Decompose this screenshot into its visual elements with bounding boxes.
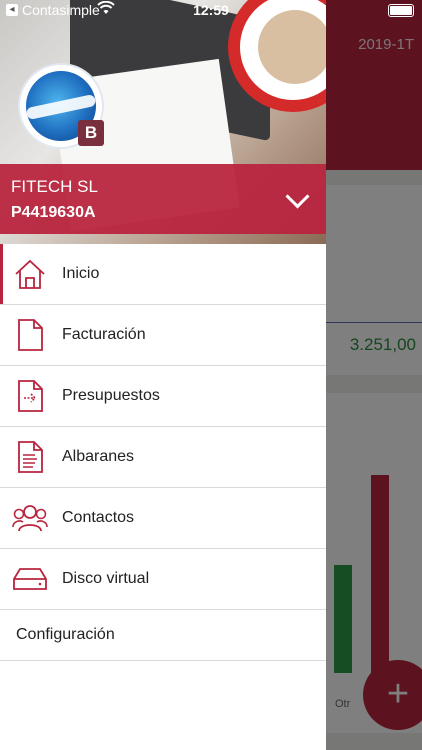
menu-item-albaranes[interactable]: Albaranes [0, 427, 326, 488]
company-selector[interactable]: FITECH SL P4419630A [0, 164, 326, 234]
menu-item-label: Contactos [62, 509, 135, 526]
menu-item-configuracion[interactable]: Configuración [0, 610, 326, 661]
chevron-down-icon[interactable] [285, 184, 310, 209]
menu-item-facturacion[interactable]: Facturación [0, 305, 326, 366]
contacts-icon [12, 500, 48, 536]
company-name: FITECH SL [11, 177, 98, 196]
company-id: P4419630A [11, 204, 96, 221]
home-icon [12, 256, 48, 292]
menu-item-inicio[interactable]: Inicio [0, 244, 326, 305]
menu-item-label: Inicio [62, 265, 100, 282]
menu-item-label: Disco virtual [62, 570, 150, 587]
menu-item-label: Albaranes [62, 448, 135, 465]
drive-icon [12, 561, 48, 597]
plan-badge: B [78, 120, 104, 146]
drawer-menu: Inicio Facturación Presupuestos Albarane… [0, 244, 326, 661]
menu-item-label: Presupuestos [62, 387, 160, 404]
document-arrow-icon [12, 378, 48, 414]
menu-item-label: Facturación [62, 326, 146, 343]
clock: 12:59 [193, 2, 229, 18]
document-list-icon [12, 439, 48, 475]
document-icon [12, 317, 48, 353]
menu-item-label: Configuración [16, 626, 115, 643]
battery-icon [388, 4, 414, 17]
status-bar: ◂ Contasimple 12:59 [0, 0, 422, 22]
menu-item-contactos[interactable]: Contactos [0, 488, 326, 549]
drawer-header: B FITECH SL P4419630A [0, 0, 326, 244]
navigation-drawer: B FITECH SL P4419630A Inicio Facturación… [0, 0, 326, 750]
menu-item-presupuestos[interactable]: Presupuestos [0, 366, 326, 427]
menu-item-disco-virtual[interactable]: Disco virtual [0, 549, 326, 610]
